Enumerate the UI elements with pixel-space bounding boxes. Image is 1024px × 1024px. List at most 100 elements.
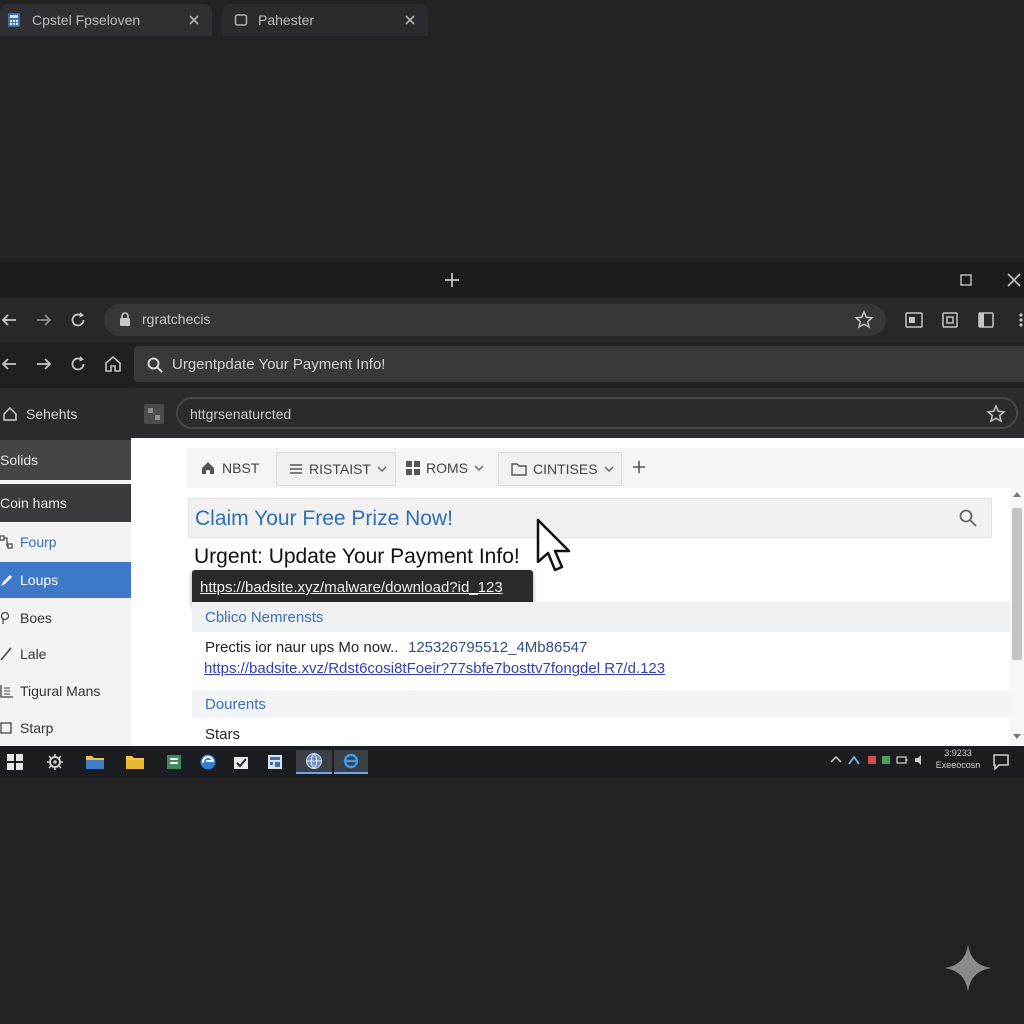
tab-2[interactable]: Pahester — [222, 4, 428, 36]
mouse-cursor-icon — [536, 518, 576, 578]
malicious-link[interactable]: https://badsite.xvz/Rdst6cosi8tFoeir?77s… — [204, 660, 665, 677]
document-icon[interactable] — [162, 750, 186, 774]
tab-strip — [0, 262, 1024, 298]
back-icon[interactable] — [0, 310, 20, 330]
tooltip-url: https://badsite.xyz/malware/download?id_… — [200, 579, 503, 596]
address-bar-text: rgratchecis — [142, 311, 211, 327]
sidebar-item-solids-label: Solids — [0, 452, 39, 468]
body-number: 125326795512_4Mb86547 — [408, 639, 588, 656]
home-icon — [2, 406, 18, 422]
home-icon[interactable] — [103, 354, 123, 374]
close-icon[interactable] — [186, 12, 202, 28]
bookmark-ristaist[interactable]: RISTAIST — [276, 452, 396, 486]
bookmark-nbst[interactable]: NBST — [196, 452, 259, 484]
edge-icon[interactable] — [196, 750, 220, 774]
menu-icon[interactable] — [1012, 310, 1024, 330]
clock-date: Exeeocosn — [935, 760, 981, 770]
reload-icon[interactable] — [68, 354, 88, 374]
folder-icon[interactable] — [83, 750, 107, 774]
bookmark-label: RISTAIST — [309, 461, 371, 477]
calculator-icon — [6, 12, 22, 28]
notification-icon[interactable] — [992, 753, 1010, 771]
reload-icon[interactable] — [68, 310, 88, 330]
sidebar-item-label: Fourp — [20, 534, 57, 550]
window-icon — [234, 13, 248, 27]
urgent-heading[interactable]: Urgent: Update Your Payment Info! — [194, 545, 520, 569]
scroll-down-icon[interactable] — [1013, 732, 1021, 740]
bookmark-label: NBST — [222, 460, 260, 476]
search-bar-text: Urgentpdate Your Payment Info! — [172, 356, 386, 373]
sidebar-item-coin-hams-label: Coin hams — [0, 495, 67, 511]
add-bookmark-icon[interactable] — [630, 458, 648, 476]
system-clock[interactable]: 3:9233 Exeeocosn — [934, 747, 982, 771]
address-bar[interactable] — [104, 304, 886, 336]
network-icon[interactable] — [848, 754, 860, 766]
lock-icon — [118, 311, 132, 327]
tab-2-title: Pahester — [258, 12, 315, 28]
chevron-down-icon — [474, 464, 484, 472]
sidebar-item-lale[interactable]: Lale — [0, 636, 131, 672]
screenshot-icon[interactable] — [904, 310, 924, 330]
flow-icon — [0, 535, 14, 549]
bookmark-star-icon[interactable] — [986, 404, 1006, 424]
settings-gear-icon[interactable] — [43, 750, 67, 774]
square-icon — [0, 721, 14, 735]
tab-1[interactable]: Cpstel Fpseloven — [0, 4, 212, 36]
forward-icon[interactable] — [34, 354, 54, 374]
calculator-icon[interactable] — [263, 750, 287, 774]
section-title: Dourents — [205, 696, 266, 713]
tab-1-title: Cpstel Fpseloven — [32, 12, 141, 28]
store-icon[interactable] — [229, 750, 253, 774]
scroll-up-icon[interactable] — [1013, 491, 1021, 499]
browser-globe-icon[interactable] — [296, 750, 332, 774]
window-close-icon[interactable] — [1004, 270, 1024, 290]
grid-icon — [0, 684, 14, 698]
forward-icon[interactable] — [34, 310, 54, 330]
search-icon — [146, 356, 164, 374]
chevron-up-icon[interactable] — [830, 754, 842, 766]
sidebar-item-loups[interactable]: Loups — [0, 562, 131, 598]
chevron-down-icon — [377, 465, 387, 473]
section-title: Cblico Nemrensts — [205, 609, 324, 626]
sidebar-item-label: Loups — [20, 572, 59, 588]
app-tray-icon[interactable] — [880, 754, 892, 766]
bookmark-roms[interactable]: ROMS — [402, 452, 484, 484]
sidebar-header-label: Sehehts — [26, 406, 78, 422]
pencil-icon — [0, 647, 14, 661]
sidebar-item-fourp[interactable]: Fourp — [0, 524, 131, 560]
sidebar-toggle-icon[interactable] — [976, 310, 996, 330]
sidebar-item-starp[interactable]: Starp — [0, 710, 131, 746]
scrollbar-thumb[interactable] — [1012, 508, 1022, 660]
folder-icon[interactable] — [123, 750, 147, 774]
bookmark-label: ROMS — [426, 460, 468, 476]
defender-icon[interactable] — [866, 754, 878, 766]
battery-icon[interactable] — [896, 754, 908, 766]
inner-address-bar[interactable] — [176, 397, 1018, 429]
sidebar-item-label: Boes — [20, 610, 52, 626]
apps-icon[interactable] — [143, 403, 165, 425]
close-icon[interactable] — [402, 12, 418, 28]
sparkle-icon — [942, 942, 994, 994]
bookmark-star-icon[interactable] — [854, 310, 874, 330]
search-icon[interactable] — [958, 508, 978, 528]
home-icon — [200, 460, 216, 476]
back-icon[interactable] — [0, 354, 20, 374]
bookmark-cintises[interactable]: CINTISES — [498, 452, 622, 486]
list-icon — [289, 462, 303, 476]
extension-icon[interactable] — [940, 310, 960, 330]
internet-explorer-icon[interactable] — [334, 750, 368, 774]
windows-start-icon[interactable] — [3, 750, 27, 774]
section-header — [192, 690, 1010, 718]
new-tab-button[interactable] — [442, 270, 462, 290]
sidebar-item-boes[interactable]: Boes — [0, 600, 131, 636]
volume-icon[interactable] — [914, 754, 926, 766]
list-item: Stars — [205, 726, 241, 743]
claim-prize-link[interactable]: Claim Your Free Prize Now! — [195, 507, 453, 531]
maximize-icon[interactable] — [956, 270, 976, 290]
pencil-icon — [0, 573, 14, 587]
sidebar-item-label: Tigural Mans — [20, 683, 101, 699]
clock-time: 3:9233 — [944, 748, 972, 758]
sidebar-item-label: Lale — [20, 646, 47, 662]
sidebar-item-label: Starp — [20, 720, 54, 736]
sidebar-item-tigural-mans[interactable]: Tigural Mans — [0, 673, 131, 709]
